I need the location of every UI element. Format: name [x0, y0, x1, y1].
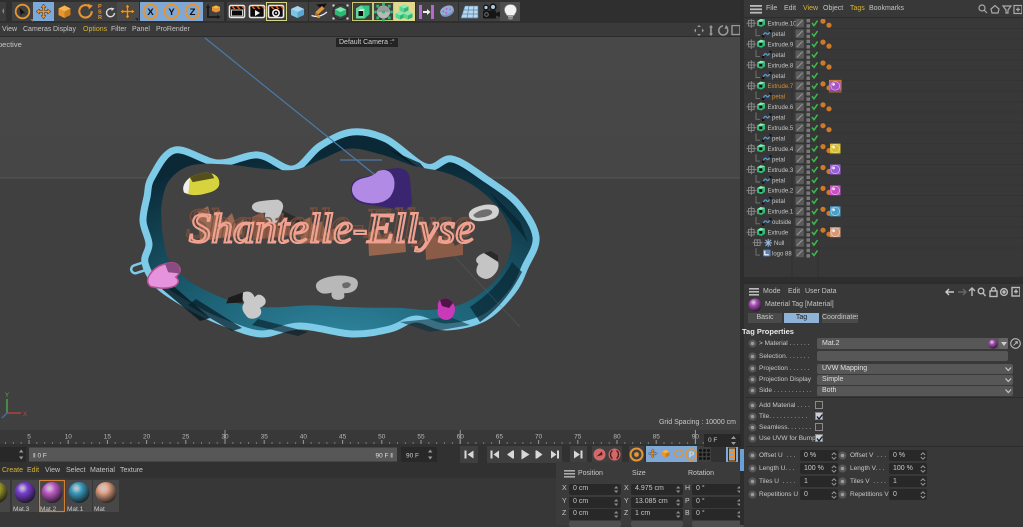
svg-text:petal: petal [772, 116, 785, 122]
svg-text:petal: petal [772, 137, 785, 143]
svg-text:25: 25 [182, 434, 190, 441]
svg-text:35: 35 [261, 434, 269, 441]
svg-text:Extrude.7: Extrude.7 [768, 84, 794, 90]
svg-text:80: 80 [613, 434, 621, 441]
svg-text:X: X [23, 412, 27, 418]
svg-text:petal: petal [772, 74, 785, 80]
svg-text:Mat.1: Mat.1 [67, 506, 84, 513]
svg-text:Extrude.4: Extrude.4 [768, 147, 794, 153]
svg-text:petal: petal [772, 32, 785, 38]
svg-text:5: 5 [27, 434, 31, 441]
svg-text:20: 20 [143, 434, 151, 441]
svg-text:Null: Null [774, 241, 784, 247]
svg-text:outside: outside [772, 220, 792, 226]
svg-text:90 F ‖: 90 F ‖ [376, 453, 394, 460]
svg-text:Extrude.8: Extrude.8 [768, 63, 794, 69]
svg-text:P: P [689, 451, 695, 460]
svg-text:petal: petal [772, 53, 785, 59]
svg-text:X: X [147, 7, 154, 18]
svg-text:Extrude.10: Extrude.10 [768, 22, 798, 28]
svg-text:Extrude.3: Extrude.3 [768, 168, 794, 174]
svg-text:75: 75 [574, 434, 582, 441]
svg-text:‖ 0 F: ‖ 0 F [33, 453, 47, 460]
svg-text:logo 88: logo 88 [772, 251, 792, 257]
svg-text:90 F: 90 F [406, 453, 419, 460]
svg-text:Mat: Mat [94, 506, 105, 513]
svg-text:petal: petal [772, 157, 785, 163]
svg-text:Mat.3: Mat.3 [13, 506, 30, 513]
svg-text:Extrude.1: Extrude.1 [768, 210, 794, 216]
svg-text:Extrude.5: Extrude.5 [768, 126, 794, 132]
svg-text:40: 40 [300, 434, 308, 441]
svg-text:10: 10 [65, 434, 73, 441]
svg-text:Y: Y [168, 7, 175, 18]
svg-text:55: 55 [417, 434, 425, 441]
svg-text:Extrude.9: Extrude.9 [768, 42, 794, 48]
svg-text:Extrude: Extrude [768, 231, 789, 237]
svg-text:70: 70 [535, 434, 543, 441]
svg-text:petal: petal [772, 95, 785, 101]
svg-text:85: 85 [653, 434, 661, 441]
svg-text:petal: petal [772, 178, 785, 184]
svg-text:15: 15 [104, 434, 112, 441]
svg-text:Y: Y [5, 393, 9, 399]
svg-text:Extrude.6: Extrude.6 [768, 105, 794, 111]
svg-text:petal: petal [772, 199, 785, 205]
svg-text:Z: Z [190, 7, 196, 18]
svg-text:50: 50 [378, 434, 386, 441]
svg-text:45: 45 [339, 434, 347, 441]
svg-text:R: R [98, 15, 102, 21]
svg-text:65: 65 [496, 434, 504, 441]
svg-text:Extrude.2: Extrude.2 [768, 189, 794, 195]
